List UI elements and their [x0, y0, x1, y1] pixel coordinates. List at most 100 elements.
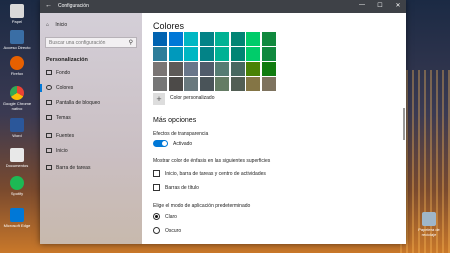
sidebar-home-label: Inicio: [55, 22, 68, 28]
color-swatch[interactable]: [215, 32, 229, 46]
color-swatch[interactable]: [153, 77, 167, 91]
content-pane: Colores + Color personalizado Más opcion…: [142, 13, 406, 244]
sidebar-item-label: Barra de tareas: [56, 165, 91, 171]
custom-color-button[interactable]: +: [153, 93, 165, 105]
sidebar-item-barra-de-tareas[interactable]: Barra de tareas: [40, 162, 142, 174]
color-swatch[interactable]: [199, 62, 214, 76]
color-swatch[interactable]: [261, 47, 276, 61]
section-title: Personalización: [46, 57, 88, 63]
desktop-icon-edge[interactable]: Microsoft Edge: [2, 208, 32, 228]
toggle-knob: [162, 141, 167, 146]
sidebar-item-pantalla-de-bloqueo[interactable]: Pantalla de bloqueo: [40, 97, 142, 109]
color-swatch[interactable]: [261, 77, 276, 91]
color-swatch[interactable]: [153, 47, 167, 61]
color-swatch[interactable]: [261, 32, 276, 46]
search-box[interactable]: ⚲: [45, 37, 137, 48]
sidebar-item-label: Temas: [56, 115, 71, 121]
color-swatch[interactable]: [246, 32, 260, 46]
search-input[interactable]: [49, 39, 124, 47]
transparency-label: Efectos de transparencia: [153, 131, 209, 137]
color-swatch[interactable]: [246, 47, 260, 61]
page-title: Colores: [153, 21, 185, 31]
desktop-icon-papel[interactable]: Papel: [2, 4, 32, 24]
color-swatch[interactable]: [246, 62, 260, 76]
light-mode-label: Claro: [165, 214, 177, 220]
desktop-icon-label: Google Chrome nativo: [2, 101, 32, 111]
desktop-icon-label: Word: [12, 133, 22, 138]
start-taskbar-checkbox-label: Inicio, barra de tareas y centro de acti…: [165, 171, 266, 177]
accent-surfaces-label: Mostrar color de énfasis en las siguient…: [153, 158, 271, 164]
sidebar-item-label: Fondo: [56, 70, 71, 76]
transparency-toggle[interactable]: [153, 140, 168, 147]
firefox-icon: [10, 56, 24, 70]
minimize-button[interactable]: —: [356, 2, 368, 8]
palette-icon: [46, 85, 52, 90]
sidebar-item-colores[interactable]: Colores: [40, 82, 142, 94]
desktop-icon-label: Firefox: [10, 71, 24, 76]
color-swatch[interactable]: [261, 62, 276, 76]
word-icon: [10, 118, 24, 132]
desktop-icon-shortcut[interactable]: Acceso Directo: [2, 30, 32, 50]
color-swatch[interactable]: [153, 32, 167, 46]
color-swatch[interactable]: [230, 47, 245, 61]
lock-screen-icon: [46, 100, 52, 105]
desktop-icon-firefox[interactable]: Firefox: [2, 56, 32, 76]
start-taskbar-checkbox[interactable]: [153, 170, 160, 177]
maximize-button[interactable]: ☐: [374, 2, 386, 9]
color-swatch[interactable]: [184, 47, 198, 61]
sidebar-item-fuentes[interactable]: Fuentes: [40, 130, 142, 142]
edge-icon: [10, 208, 24, 222]
color-swatch[interactable]: [168, 62, 183, 76]
sidebar-item-inicio[interactable]: Inicio: [40, 145, 142, 157]
color-swatch[interactable]: [168, 32, 183, 46]
brush-icon: [46, 115, 52, 120]
titlebars-checkbox[interactable]: [153, 184, 160, 191]
sidebar-item-label: Inicio: [56, 148, 68, 154]
color-swatch[interactable]: [168, 77, 183, 91]
desktop-icon-chrome[interactable]: Google Chrome nativo: [2, 86, 32, 111]
color-swatch[interactable]: [230, 32, 245, 46]
close-button[interactable]: ✕: [392, 2, 404, 9]
color-swatch[interactable]: [215, 47, 229, 61]
sidebar-home[interactable]: ⌂ Inicio: [46, 22, 67, 28]
color-swatch[interactable]: [230, 77, 245, 91]
taskbar-icon: [46, 165, 52, 170]
color-swatch[interactable]: [184, 62, 198, 76]
color-swatch[interactable]: [215, 62, 229, 76]
color-swatch[interactable]: [199, 77, 214, 91]
more-options-heading: Más opciones: [153, 117, 197, 124]
back-arrow-icon[interactable]: ←: [45, 2, 52, 9]
scrollbar[interactable]: [403, 108, 405, 140]
color-swatch[interactable]: [199, 32, 214, 46]
color-swatch[interactable]: [246, 77, 260, 91]
desktop-icon-spotify[interactable]: Spotify: [2, 176, 32, 196]
desktop-icon-label: Papelera de reciclaje: [418, 227, 440, 237]
search-icon[interactable]: ⚲: [129, 39, 133, 46]
light-mode-radio[interactable]: [153, 213, 160, 220]
sidebar-item-fondo[interactable]: Fondo: [40, 67, 142, 79]
desktop-icon-label: Documentos: [5, 163, 29, 168]
desktop-icon-label: Papel: [11, 19, 23, 24]
dark-mode-radio[interactable]: [153, 227, 160, 234]
color-swatch[interactable]: [153, 62, 167, 76]
sidebar-item-temas[interactable]: Temas: [40, 112, 142, 124]
settings-window: ← Configuración — ☐ ✕ ⌂ Inicio ⚲ Persona…: [40, 0, 406, 244]
window-title: Configuración: [58, 3, 89, 9]
sidebar-item-label: Colores: [56, 85, 74, 91]
desktop-icon-trash[interactable]: Papelera de reciclaje: [414, 212, 444, 237]
desktop-icon-word[interactable]: Word: [2, 118, 32, 138]
spotify-icon: [10, 176, 24, 190]
color-swatch[interactable]: [184, 32, 198, 46]
document-icon: [10, 148, 24, 162]
color-swatch[interactable]: [168, 47, 183, 61]
color-swatch[interactable]: [215, 77, 229, 91]
desktop-icon-documents[interactable]: Documentos: [2, 148, 32, 168]
image-icon: [46, 70, 52, 75]
shortcut-icon: [10, 30, 24, 44]
color-swatch[interactable]: [199, 47, 214, 61]
desktop-icon-label: Acceso Directo: [3, 45, 31, 50]
color-swatch[interactable]: [230, 62, 245, 76]
custom-color-label: Color personalizado: [170, 95, 215, 101]
dark-mode-label: Oscuro: [165, 228, 182, 234]
color-swatch[interactable]: [184, 77, 198, 91]
